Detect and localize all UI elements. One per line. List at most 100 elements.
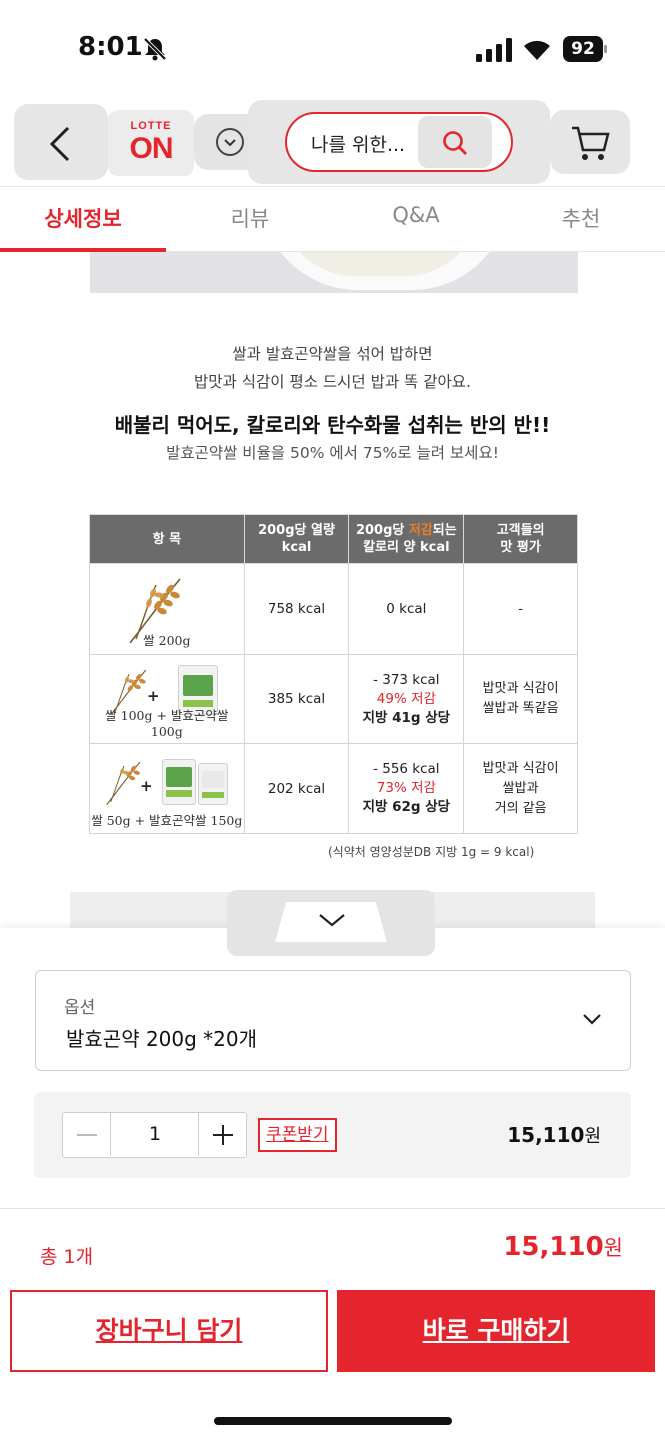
search-query-text: 나를 위한... — [311, 134, 406, 156]
increase-button[interactable] — [198, 1113, 246, 1156]
quantity-stepper: 1 — [62, 1112, 247, 1158]
tab-review[interactable]: 리뷰 — [190, 203, 310, 233]
item-cell: + 쌀 50g + 발효곤약쌀 150g — [89, 743, 245, 834]
kcal-cell: 758 kcal — [243, 563, 350, 655]
review-line: 쌀밥과 — [502, 780, 539, 796]
sheet-collapse-handle[interactable] — [227, 890, 435, 956]
review-line: 거의 같음 — [494, 800, 547, 816]
cart-icon — [572, 126, 610, 160]
intro-line-1: 쌀과 발효곤약쌀을 섞어 밥하면 — [232, 345, 433, 363]
review-line: 밥맛과 식감이 — [482, 681, 559, 696]
reduction-cell: - 556 kcal 73% 저감 지방 62g 상당 — [348, 743, 465, 834]
battery-level: 92 — [563, 36, 603, 62]
item-price-value: 15,110 — [507, 1123, 585, 1147]
header-red-a1: 200g당 — [355, 523, 409, 538]
divider — [0, 1208, 665, 1209]
detail-tabs: 상세정보 리뷰 Q&A 추천 — [0, 186, 665, 252]
chevron-down-icon — [319, 914, 345, 927]
header-kcal-b: kcal — [281, 540, 312, 555]
status-bar: 8:01 92 — [0, 0, 665, 100]
add-to-cart-button[interactable]: 장바구니 담기 — [10, 1290, 328, 1372]
total-price-unit: 원 — [603, 1236, 623, 1260]
signal-icon — [476, 38, 512, 62]
tab-qna[interactable]: Q&A — [356, 203, 476, 227]
chevron-down-icon — [216, 128, 244, 156]
buy-now-button[interactable]: 바로 구매하기 — [337, 1290, 655, 1372]
reduction-amount: - 556 kcal — [373, 761, 440, 777]
header-red-b: 칼로리 양 kcal — [363, 540, 450, 555]
header-red-a2: 저감 — [408, 523, 433, 538]
header-rev-b: 맛 평가 — [500, 540, 541, 555]
bell-slash-icon — [143, 37, 167, 61]
header-review: 고객들의 맛 평가 — [463, 514, 578, 564]
header-kcal-a: 200g당 열량 — [258, 523, 335, 538]
reduction-cell: 0 kcal — [348, 563, 465, 655]
option-select[interactable]: 옵션 발효곤약 200g *20개 — [35, 970, 631, 1071]
review-line: 밥맛과 식감이 — [482, 760, 559, 776]
kcal-cell: 202 kcal — [243, 743, 350, 834]
back-icon — [49, 126, 70, 162]
item-cell: + 쌀 100g + 발효곤약쌀 100g — [89, 654, 245, 744]
headline: 배불리 먹어도, 칼로리와 탄수화물 섭취는 반의 반!! — [114, 413, 551, 437]
total-price-value: 15,110 — [503, 1232, 604, 1262]
back-button[interactable] — [14, 104, 108, 180]
reduction-percent: 73% 저감 — [376, 780, 436, 796]
rice-bag-icon — [162, 758, 196, 805]
tab-recommend[interactable]: 추천 — [521, 203, 641, 233]
battery-icon: 92 — [563, 36, 607, 62]
kcal-cell: 385 kcal — [243, 654, 350, 744]
rice-bag-icon — [198, 762, 228, 805]
header-kcal: 200g당 열량 kcal — [243, 514, 350, 564]
coupon-button[interactable]: 쿠폰받기 — [258, 1118, 337, 1152]
reduction-amount: - 373 kcal — [373, 671, 440, 688]
battery-nub — [604, 45, 607, 53]
logo-small-text: LOTTE — [130, 120, 172, 132]
table-row: + 쌀 50g + 발효곤약쌀 150g 202 kcal - 556 kcal… — [89, 743, 578, 834]
quantity-value[interactable]: 1 — [111, 1113, 199, 1156]
search-button[interactable] — [418, 116, 492, 168]
lotte-on-logo[interactable]: LOTTE ON — [108, 110, 194, 176]
option-value: 발효곤약 200g *20개 — [66, 1027, 258, 1051]
review-cell: 밥맛과 식감이 쌀밥과 거의 같음 — [463, 743, 578, 834]
table-row: 쌀 200g 758 kcal 0 kcal - — [89, 563, 578, 655]
home-indicator — [214, 1417, 452, 1425]
chevron-down-icon — [583, 1014, 601, 1025]
tab-detail[interactable]: 상세정보 — [23, 203, 143, 233]
fat-equivalent: 지방 41g 상당 — [362, 709, 451, 726]
plus-sign: + — [140, 776, 153, 795]
logo-big-text: ON — [129, 132, 174, 165]
plus-sign: + — [147, 687, 160, 705]
table-footnote: (식약처 영양성분DB 지방 1g = 9 kcal) — [328, 845, 535, 859]
header-rev-a: 고객들의 — [496, 523, 545, 538]
reduction-cell: - 373 kcal 49% 저감 지방 41g 상당 — [348, 654, 465, 744]
review-cell: - — [463, 563, 578, 655]
rice-bowl-image — [90, 252, 578, 293]
intro-line-2: 밥맛과 식감이 평소 드시던 밥과 똑 같아요. — [194, 373, 471, 391]
decrease-button[interactable] — [63, 1113, 111, 1156]
cart-button[interactable] — [550, 110, 630, 174]
total-price: 15,110원 — [503, 1232, 623, 1262]
option-label: 옵션 — [64, 998, 96, 1018]
item-caption: 쌀 50g + 발효곤약쌀 150g — [91, 812, 243, 828]
review-line: 쌀밥과 똑같음 — [482, 701, 559, 716]
header-red-a3: 되는 — [432, 523, 457, 538]
calorie-table: 항 목 200g당 열량 kcal 200g당 저감되는 칼로리 양 kcal … — [89, 514, 578, 834]
total-count: 총 1개 — [40, 1246, 94, 1268]
status-time: 8:01 — [78, 32, 143, 62]
fat-equivalent: 지방 62g 상당 — [362, 799, 451, 815]
wheat-icon — [106, 761, 141, 805]
table-header-row: 항 목 200g당 열량 kcal 200g당 저감되는 칼로리 양 kcal … — [89, 514, 578, 564]
subline: 발효곤약쌀 비율을 50% 에서 75%로 늘려 보세요! — [166, 444, 499, 462]
item-price-unit: 원 — [584, 1126, 601, 1147]
item-caption: 쌀 200g — [143, 633, 191, 648]
wifi-icon — [524, 40, 550, 60]
item-price: 15,110원 — [507, 1122, 601, 1148]
reduction-percent: 49% 저감 — [376, 690, 436, 707]
header-item: 항 목 — [89, 514, 245, 564]
header-reduction: 200g당 저감되는 칼로리 양 kcal — [348, 514, 465, 564]
item-caption: 쌀 100g + 발효곤약쌀 100g — [105, 708, 229, 739]
table-row: + 쌀 100g + 발효곤약쌀 100g 385 kcal - 373 kca… — [89, 654, 578, 744]
search-input[interactable]: 나를 위한... — [285, 112, 513, 172]
item-cell: 쌀 200g — [89, 563, 245, 655]
review-cell: 밥맛과 식감이 쌀밥과 똑같음 — [463, 654, 578, 744]
